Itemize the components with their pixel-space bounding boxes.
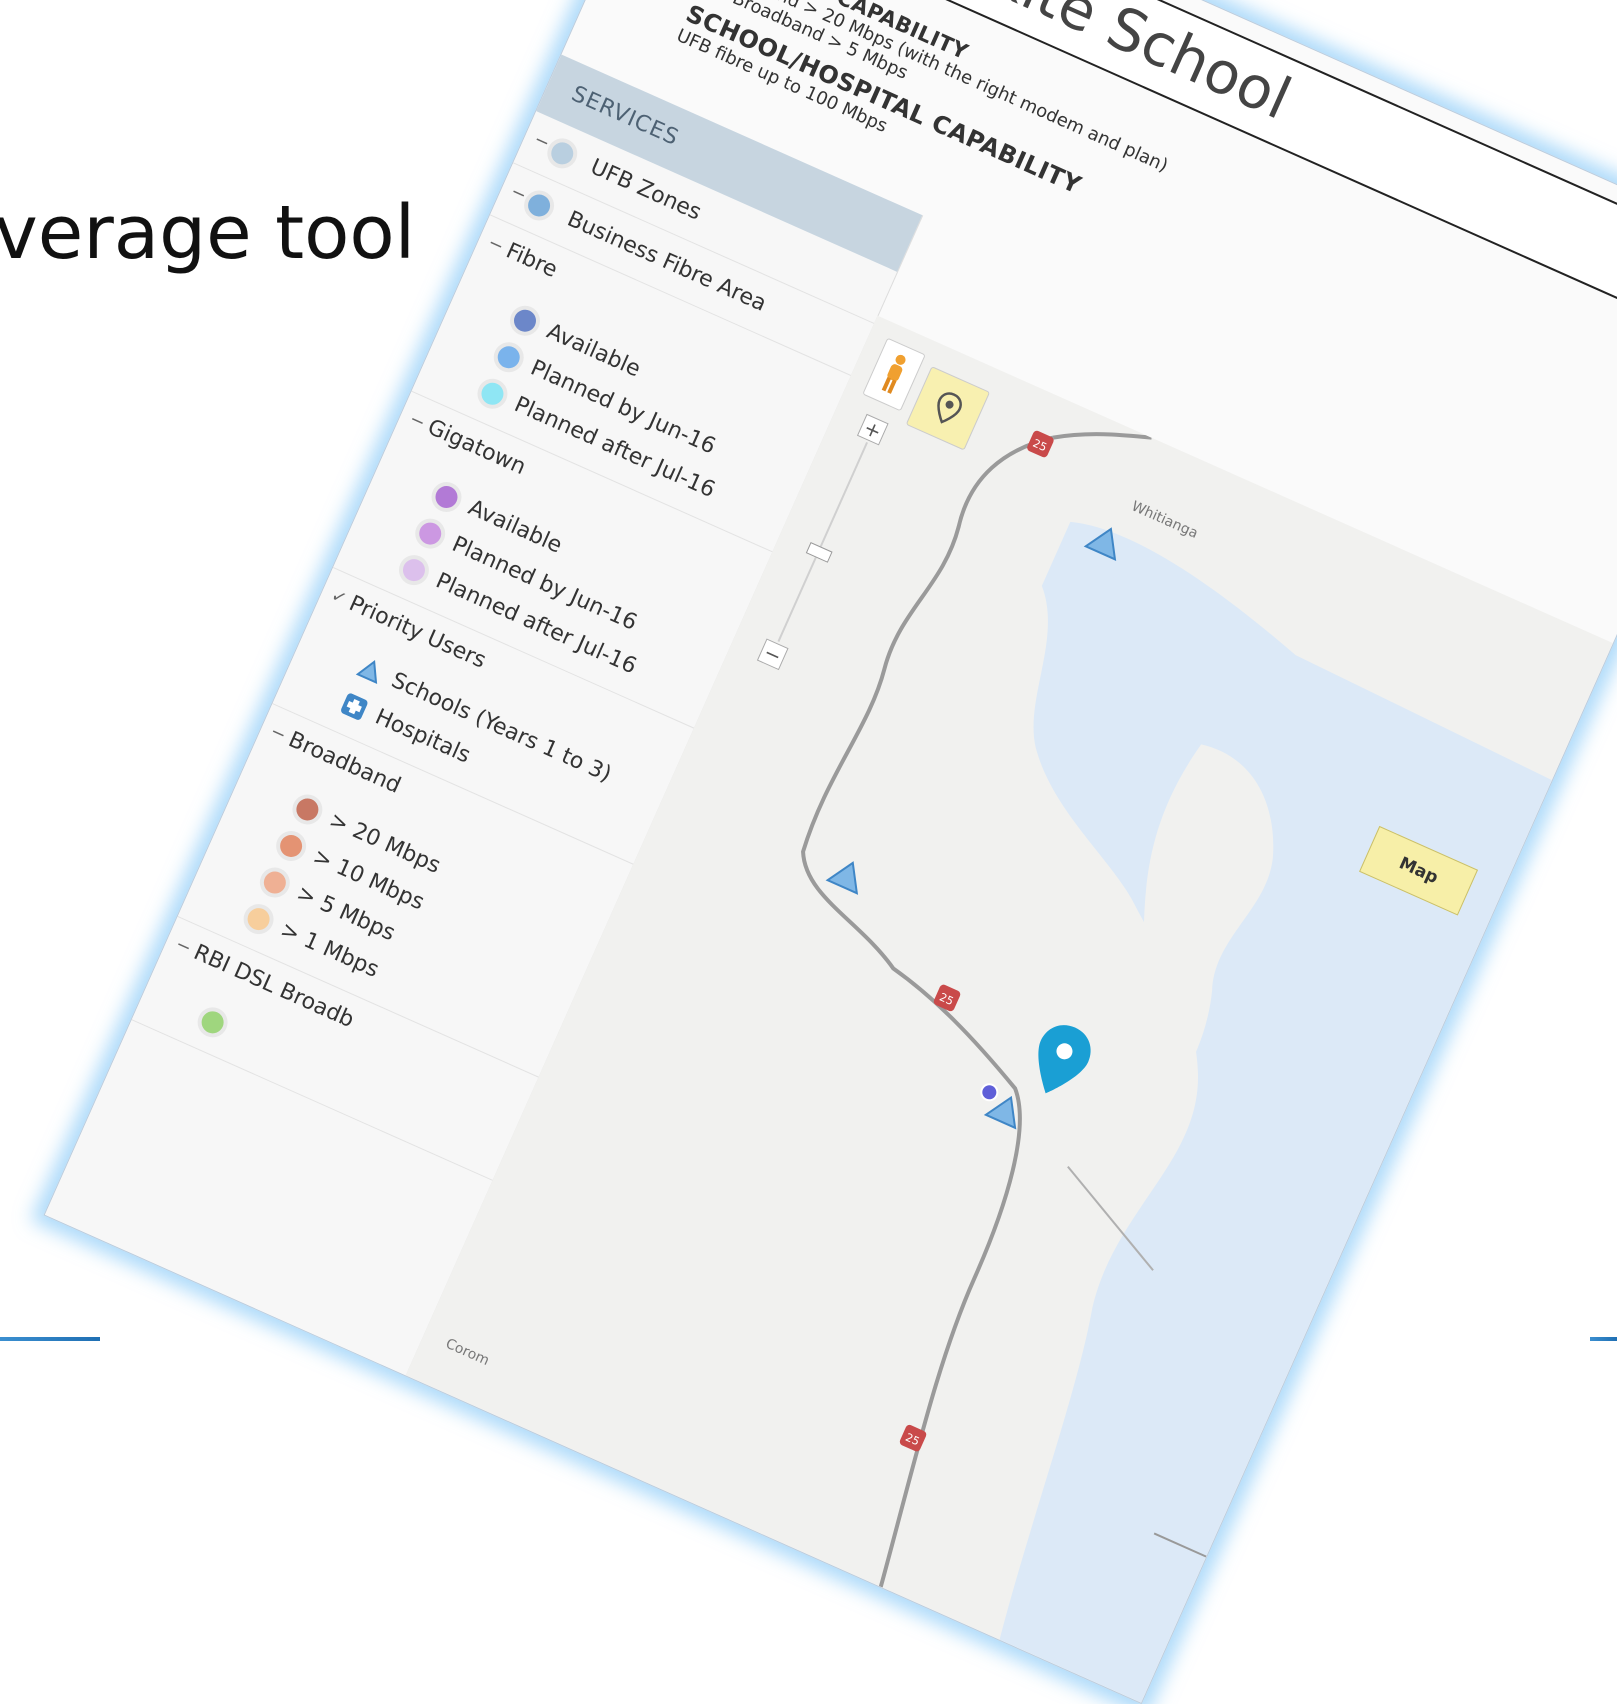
legend-dot-icon (260, 868, 290, 898)
triangle-icon (355, 659, 378, 684)
legend-dot-icon (415, 519, 445, 549)
legend-dot-icon (276, 831, 306, 861)
selected-location-pin-icon[interactable] (1022, 1017, 1099, 1104)
legend-dot-icon (524, 190, 554, 221)
slide-divider-left (0, 1337, 100, 1341)
legend-dot-icon (510, 306, 540, 336)
school-marker-icon[interactable] (825, 856, 868, 895)
slide-divider-right (1590, 1337, 1617, 1341)
zoom-slider-handle[interactable] (805, 542, 833, 563)
legend-dot-icon (244, 904, 274, 934)
legend-dot-icon (431, 482, 462, 512)
fibre-dot-icon (980, 1083, 999, 1102)
legend-dot-icon (399, 555, 429, 585)
road-line (1052, 432, 1152, 440)
legend-dot-icon (198, 1007, 228, 1037)
legend-dot-icon (547, 138, 577, 168)
legend-dot-icon (477, 379, 507, 409)
legend-dot-icon (292, 794, 322, 824)
cross-icon (341, 693, 368, 720)
road-shield-icon: 25 (1027, 430, 1054, 458)
legend-dot-icon (494, 342, 524, 372)
slide-title: verage tool (0, 190, 416, 276)
road-shield-icon: 25 (933, 984, 961, 1012)
